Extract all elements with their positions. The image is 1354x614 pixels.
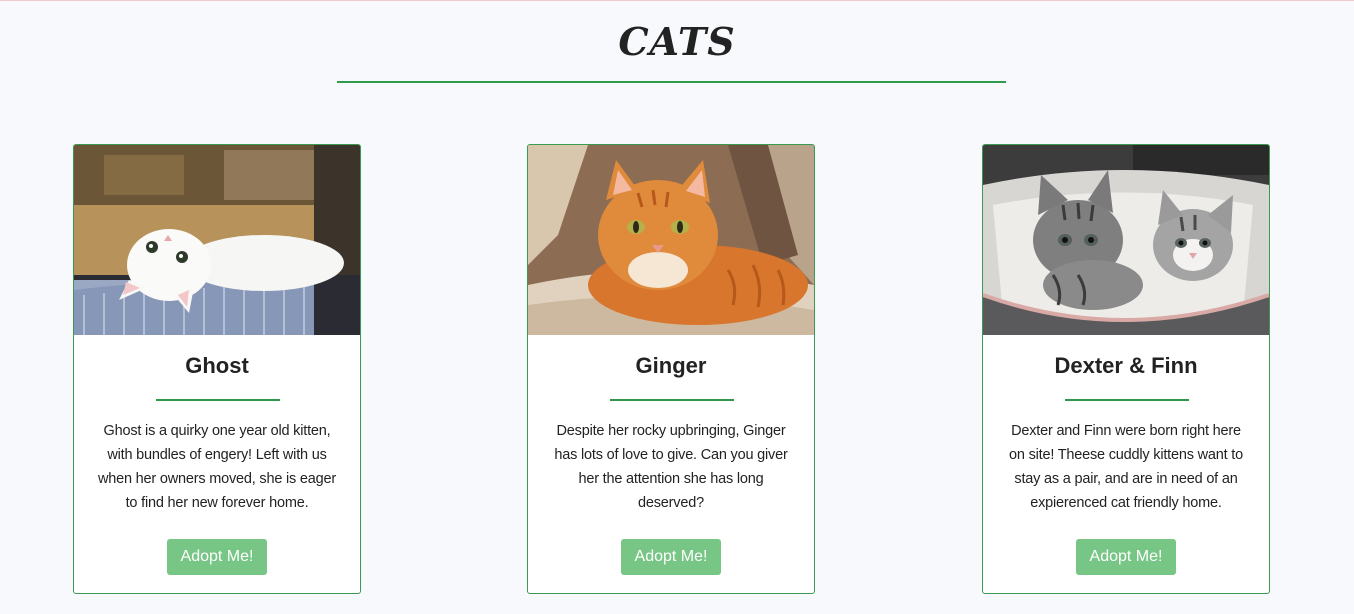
cat-name: Ginger [635, 353, 707, 378]
section-title: CATS [618, 19, 736, 64]
cat-photo-ghost [74, 145, 360, 335]
cat-description: Dexter and Finn were born right here on … [1009, 423, 1243, 511]
cat-description: Despite her rocky upbringing, Ginger has… [554, 423, 788, 511]
cat-name: Ghost [185, 353, 249, 378]
title-divider [337, 81, 1006, 83]
adopt-button-ginger[interactable]: Adopt Me! [621, 539, 721, 575]
cat-card-dexter-finn: Dexter & Finn Dexter and Finn were born … [982, 144, 1270, 594]
cat-description: Ghost is a quirky one year old kitten, w… [97, 423, 337, 511]
cat-photo-dexter-finn [983, 145, 1269, 335]
cat-name: Dexter & Finn [1054, 353, 1198, 378]
cat-card-ghost: Ghost Ghost is a quirky one year old kit… [73, 144, 361, 594]
cat-card-ginger: Ginger Despite her rocky upbringing, Gin… [527, 144, 815, 594]
adopt-button-dexter-finn[interactable]: Adopt Me! [1076, 539, 1176, 575]
card-divider [610, 399, 734, 401]
cat-photo-ginger [528, 145, 814, 335]
card-divider [1065, 399, 1189, 401]
card-divider [156, 399, 280, 401]
adopt-button-ghost[interactable]: Adopt Me! [167, 539, 267, 575]
